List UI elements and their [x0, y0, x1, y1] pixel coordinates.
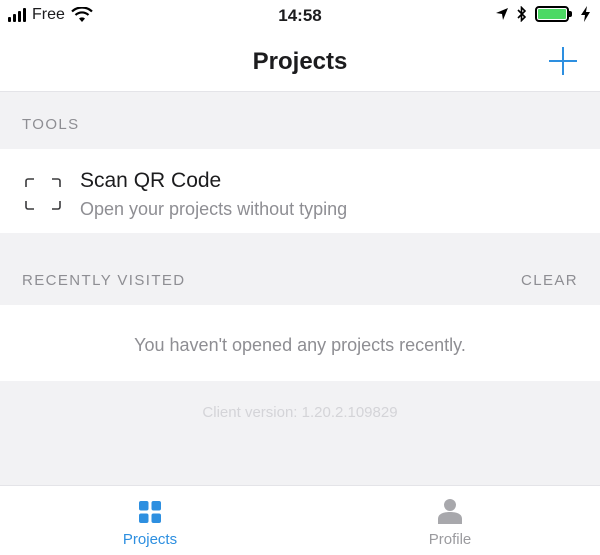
bluetooth-icon [517, 6, 527, 22]
page-title: Projects [252, 48, 348, 75]
tab-projects-label: Projects [122, 531, 178, 548]
tools-section-header: TOOLS [0, 93, 600, 149]
scan-qr-code-row[interactable]: Scan QR Code Open your projects without … [0, 149, 600, 233]
tab-profile-label: Profile [428, 531, 472, 548]
status-bar: Free 14:58 [0, 0, 600, 32]
tab-profile[interactable]: Profile [300, 486, 600, 555]
scan-qr-subtitle: Open your projects without typing [80, 199, 348, 219]
battery-level [538, 9, 566, 19]
tools-header-label: TOOLS [22, 116, 80, 133]
person-icon [438, 499, 462, 524]
tab-bar: Projects Profile [0, 485, 600, 555]
add-project-button[interactable] [546, 44, 580, 78]
charging-icon [581, 6, 590, 22]
qr-scan-icon [25, 178, 61, 210]
location-arrow-icon [496, 8, 508, 20]
status-right [495, 6, 590, 22]
grid-icon [139, 501, 161, 523]
scan-qr-title: Scan QR Code [80, 169, 222, 192]
clear-button[interactable]: CLEAR [521, 272, 578, 289]
empty-state-message: You haven't opened any projects recently… [134, 335, 466, 355]
recent-header-label: RECENTLY VISITED [22, 272, 186, 289]
recent-empty-row: You haven't opened any projects recently… [0, 305, 600, 381]
client-version: Client version: 1.20.2.109829 [202, 404, 398, 421]
tab-projects[interactable]: Projects [0, 486, 300, 555]
battery-icon [535, 6, 572, 22]
recent-section-header: RECENTLY VISITED CLEAR [0, 249, 600, 305]
nav-bar: Projects [0, 32, 600, 92]
